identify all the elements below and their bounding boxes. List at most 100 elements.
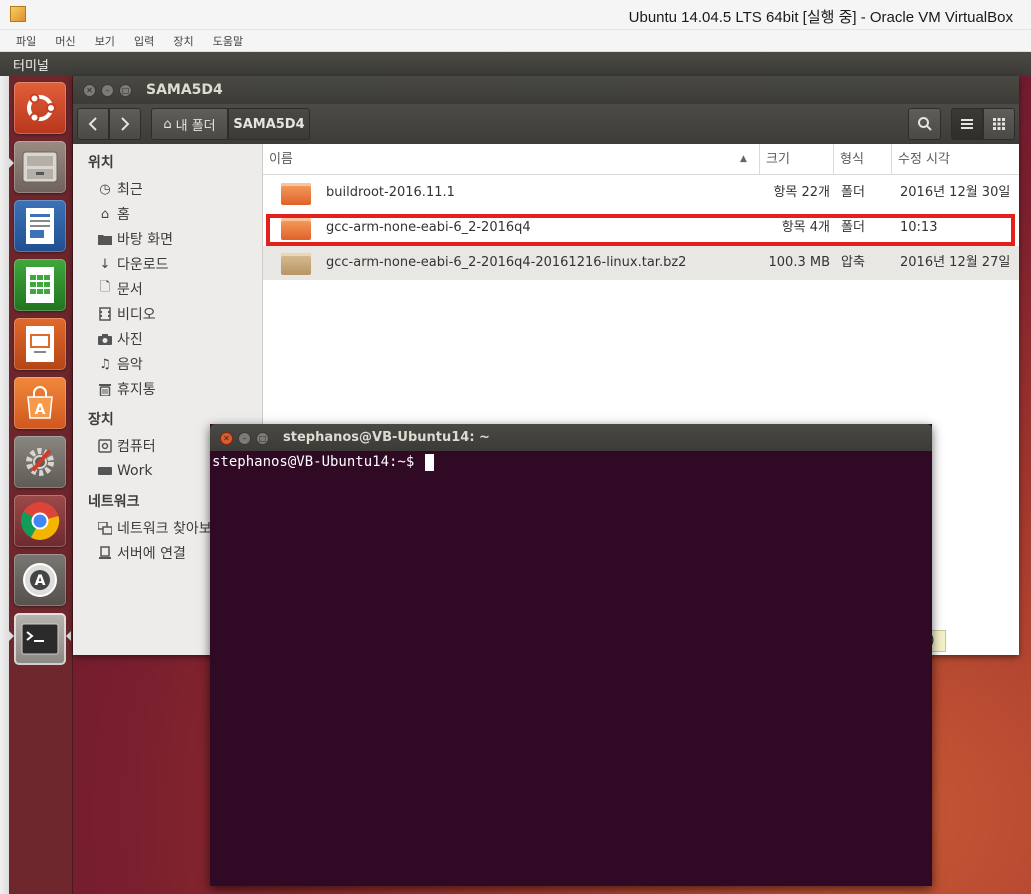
file-row[interactable]: gcc-arm-none-eabi-6_2-2016q4-20161216-li… [263, 246, 1019, 280]
ubuntu-logo-icon [27, 93, 56, 123]
gear-wrench-icon [26, 448, 54, 476]
sidebar-heading-places: 위치 [88, 155, 114, 171]
file-modified: 2016년 12월 30일 [900, 185, 1011, 200]
folder-icon [97, 231, 113, 247]
sidebar-item-pictures[interactable]: 사진 [97, 328, 143, 350]
clock-icon: ◷ [99, 181, 111, 197]
sidebar-item-trash[interactable]: 휴지통 [97, 378, 156, 400]
maximize-window-button[interactable]: □ [256, 432, 269, 445]
sidebar-item-recent[interactable]: ◷ 최근 [97, 178, 143, 200]
menu-machine[interactable]: 머신 [55, 31, 75, 53]
close-window-button[interactable]: ✕ [220, 432, 233, 445]
sidebar-item-downloads[interactable]: ↓ 다운로드 [97, 253, 169, 275]
breadcrumb-current[interactable]: SAMA5D4 [228, 108, 310, 140]
column-size-label: 크기 [766, 152, 790, 167]
forward-button[interactable] [109, 108, 141, 140]
column-header-type[interactable]: 형식 [834, 144, 892, 175]
sidebar-item-browse-network[interactable]: 네트워크 찾아보 [97, 517, 212, 539]
sidebar-item-desktop[interactable]: 바탕 화면 [97, 228, 173, 250]
software-updater-icon: A [23, 563, 57, 597]
file-row[interactable]: buildroot-2016.11.1 항목 22개 폴더 2016년 12월 … [263, 176, 1019, 210]
sidebar-heading-devices: 장치 [88, 412, 114, 428]
active-app-title: 터미널 [13, 59, 49, 74]
text-cursor [424, 454, 434, 471]
minimize-window-button[interactable]: – [238, 432, 251, 445]
search-button[interactable] [908, 108, 941, 140]
grid-view-button[interactable] [983, 108, 1015, 140]
sidebar-item-label: Work [117, 463, 153, 479]
file-modified: 2016년 12월 27일 [900, 255, 1011, 270]
impress-launcher-button[interactable] [14, 318, 66, 370]
sidebar-item-label: 음악 [117, 357, 143, 373]
menu-view[interactable]: 보기 [95, 31, 115, 53]
breadcrumb-home[interactable]: ⌂ 내 폴더 [151, 108, 228, 140]
sidebar-item-label: 사진 [117, 332, 143, 348]
file-size: 항목 22개 [773, 185, 830, 200]
calc-launcher-button[interactable] [14, 259, 66, 311]
column-header-modified[interactable]: 수정 시각 [892, 144, 1019, 175]
menu-file[interactable]: 파일 [16, 31, 36, 53]
writer-launcher-button[interactable] [14, 200, 66, 252]
file-size: 100.3 MB [768, 255, 830, 270]
chrome-launcher-button[interactable] [14, 495, 66, 547]
grid-view-icon [993, 118, 1005, 130]
menu-devices[interactable]: 장치 [173, 31, 193, 53]
list-view-icon [961, 119, 973, 129]
trash-icon [97, 381, 113, 397]
terminal-icon [21, 623, 59, 655]
calc-spreadsheet-icon [26, 267, 54, 303]
chevron-right-icon [121, 117, 130, 131]
software-center-launcher-button[interactable]: A [14, 377, 66, 429]
system-settings-launcher-button[interactable] [14, 436, 66, 488]
column-header-name[interactable]: 이름 ▲ [263, 144, 760, 175]
sidebar-item-computer[interactable]: 컴퓨터 [97, 435, 156, 457]
server-icon [97, 545, 113, 561]
home-icon: ⌂ [163, 116, 172, 132]
sidebar-item-videos[interactable]: 비디오 [97, 303, 156, 325]
ubuntu-dash-button[interactable] [14, 82, 66, 134]
highlight-box [266, 214, 1015, 246]
search-icon [917, 117, 932, 131]
column-modified-label: 수정 시각 [898, 152, 950, 167]
sidebar-item-documents[interactable]: 🗋 문서 [97, 278, 143, 300]
menu-input[interactable]: 입력 [134, 31, 154, 53]
terminal-launcher-button[interactable] [14, 613, 66, 665]
computer-icon [97, 438, 113, 454]
impress-presentation-icon [26, 326, 54, 362]
files-launcher-button[interactable] [14, 141, 66, 193]
folder-icon [281, 183, 311, 205]
shell-prompt: stephanos@VB-Ubuntu14:~$ [212, 454, 423, 470]
file-type: 폴더 [841, 185, 865, 200]
sidebar-item-label: 바탕 화면 [117, 232, 173, 248]
files-window-title: SAMA5D4 [146, 82, 223, 98]
list-view-button[interactable] [951, 108, 983, 140]
sidebar-item-label: 문서 [117, 282, 143, 298]
close-window-button[interactable]: ✕ [83, 84, 96, 97]
terminal-title-bar: ✕ – □ stephanos@VB-Ubuntu14: ~ [210, 424, 932, 451]
menu-help[interactable]: 도움말 [213, 31, 243, 53]
sidebar-item-music[interactable]: ♫ 음악 [97, 353, 143, 375]
terminal-output[interactable]: stephanos@VB-Ubuntu14:~$ [210, 451, 932, 886]
sidebar-item-label: 컴퓨터 [117, 439, 156, 455]
archive-icon [281, 253, 311, 275]
shopping-bag-icon: A [27, 386, 53, 419]
sidebar-item-label: 최근 [117, 182, 143, 198]
sort-ascending-icon: ▲ [740, 154, 747, 164]
maximize-window-button[interactable]: □ [119, 84, 132, 97]
window-title: Ubuntu 14.04.5 LTS 64bit [실행 중] - Oracle… [628, 9, 1013, 26]
software-updater-launcher-button[interactable]: A [14, 554, 66, 606]
back-button[interactable] [77, 108, 109, 140]
writer-document-icon [26, 208, 54, 244]
chevron-left-icon [88, 117, 97, 131]
sidebar-item-home[interactable]: ⌂ 홈 [97, 203, 130, 225]
sidebar-item-connect-server[interactable]: 서버에 연결 [97, 542, 186, 564]
svg-text:A: A [35, 573, 46, 589]
column-header-size[interactable]: 크기 [760, 144, 834, 175]
file-type: 압축 [841, 255, 865, 270]
minimize-window-button[interactable]: – [101, 84, 114, 97]
file-name: gcc-arm-none-eabi-6_2-2016q4-20161216-li… [326, 255, 687, 270]
music-icon: ♫ [99, 356, 111, 372]
sidebar-item-label: 홈 [117, 207, 130, 223]
sidebar-item-work-drive[interactable]: Work [97, 460, 152, 482]
sidebar-item-label: 서버에 연결 [117, 546, 186, 562]
